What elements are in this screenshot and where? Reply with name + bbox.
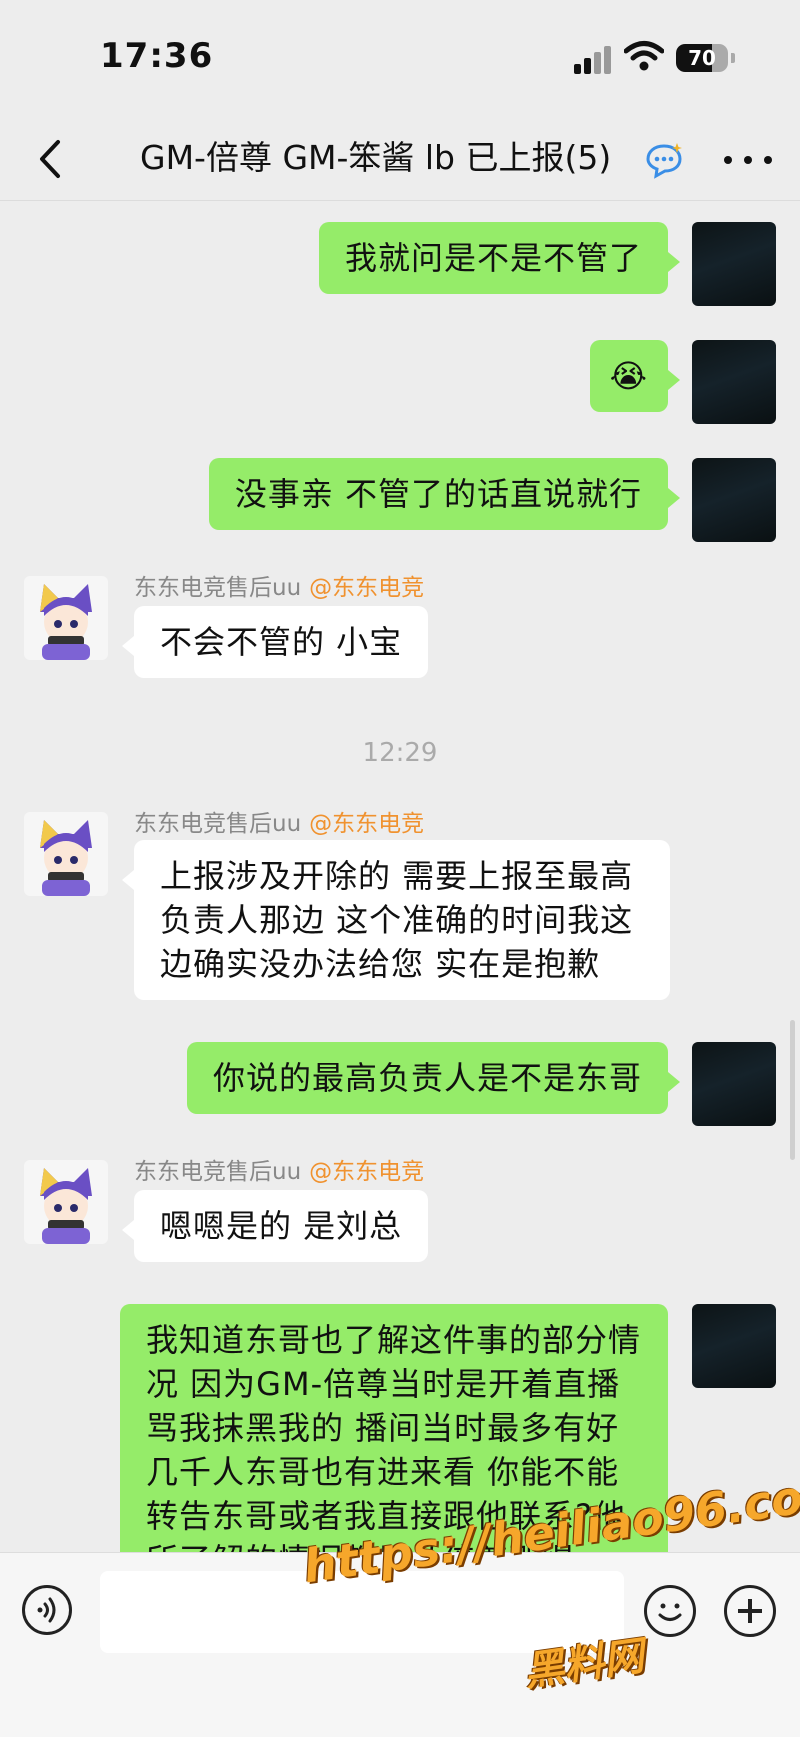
sender-name: 东东电竞售后uu @东东电竞 (134, 568, 424, 602)
chat-timestamp: 12:29 (362, 738, 438, 768)
avatar[interactable] (24, 1160, 108, 1244)
chat-header: GM-倍尊 GM-笨酱 lb 已上报(5) (0, 120, 800, 201)
battery-tip (731, 53, 735, 63)
avatar[interactable] (692, 1042, 776, 1126)
back-chevron-icon[interactable] (28, 134, 78, 184)
message-bubble-incoming[interactable]: 嗯嗯是的 是刘总 (121, 1190, 429, 1262)
message-bubble-incoming[interactable]: 不会不管的 小宝 (121, 606, 429, 678)
avatar[interactable] (692, 222, 776, 306)
avatar[interactable] (692, 458, 776, 542)
emoji-icon[interactable] (644, 1585, 696, 1637)
sender-name: 东东电竞售后uu @东东电竞 (134, 1152, 424, 1186)
avatar[interactable] (24, 812, 108, 896)
battery-percent: 70 (688, 46, 716, 70)
sender-name: 东东电竞售后uu @东东电竞 (134, 804, 424, 838)
chat-title: GM-倍尊 GM-笨酱 lb 已上报(5) (140, 138, 612, 177)
chat-badge-icon[interactable] (644, 140, 684, 180)
cat-avatar-icon (40, 820, 92, 896)
mention-tag[interactable]: @东东电竞 (309, 1159, 424, 1185)
voice-icon[interactable] (22, 1585, 72, 1635)
scroll-indicator[interactable] (790, 1020, 795, 1160)
more-dots-icon[interactable] (718, 134, 778, 184)
wifi-icon (624, 41, 664, 71)
cellular-signal-icon (574, 46, 614, 74)
status-time: 17:36 (100, 36, 214, 76)
message-bubble-outgoing[interactable]: 你说的最高负责人是不是东哥 (186, 1042, 681, 1114)
battery-icon: 70 (676, 44, 728, 72)
avatar[interactable] (24, 576, 108, 660)
message-bubble-outgoing[interactable]: 我就问是不是不管了 (318, 222, 681, 294)
message-bubble-outgoing[interactable]: 没事亲 不管了的话直说就行 (208, 458, 681, 530)
mention-tag[interactable]: @东东电竞 (309, 811, 424, 837)
sender-label: 东东电竞售后uu (134, 1159, 302, 1185)
message-bubble-incoming[interactable]: 上报涉及开除的 需要上报至最高负责人那边 这个准确的时间我这边确实没办法给您 实… (122, 840, 670, 1000)
cat-avatar-icon (40, 584, 92, 660)
sender-label: 东东电竞售后uu (134, 811, 302, 837)
message-bubble-outgoing[interactable]: 😭 (589, 340, 681, 412)
mention-tag[interactable]: @东东电竞 (309, 575, 424, 601)
status-bar: 17:36 70 (0, 0, 800, 120)
cat-avatar-icon (40, 1168, 92, 1244)
plus-icon[interactable] (724, 1585, 776, 1637)
avatar[interactable] (692, 340, 776, 424)
sender-label: 东东电竞售后uu (134, 575, 302, 601)
avatar[interactable] (692, 1304, 776, 1388)
